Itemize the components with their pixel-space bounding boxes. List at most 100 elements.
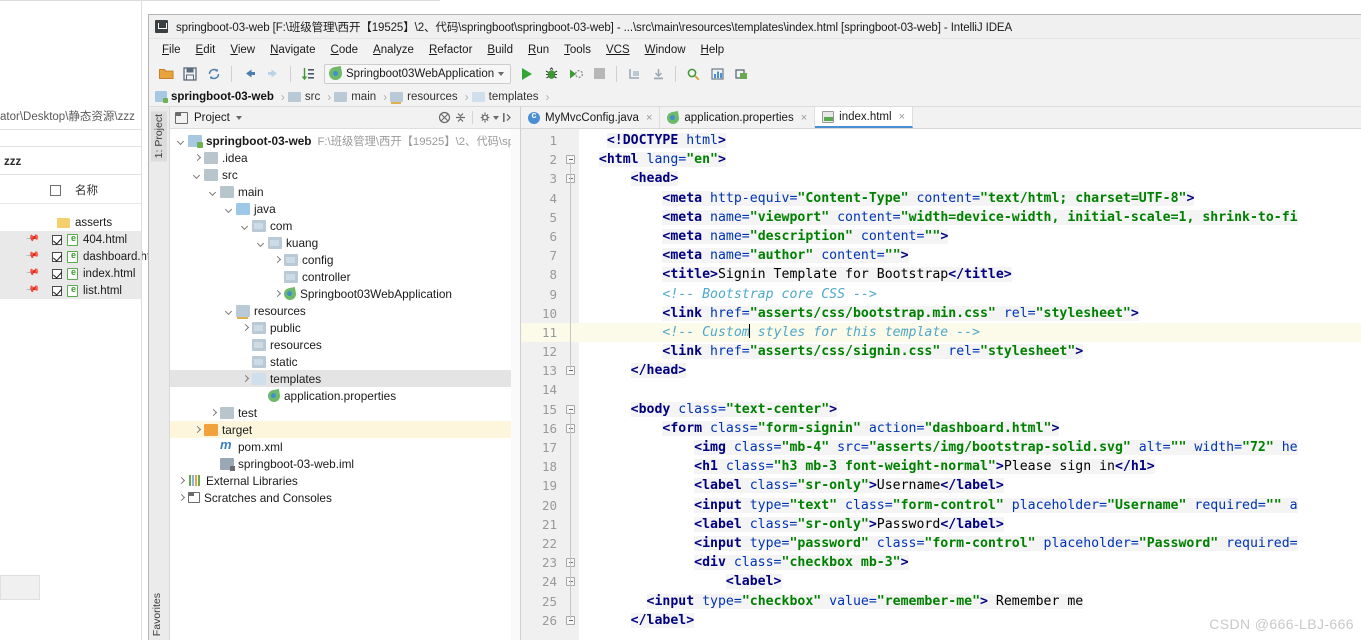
- settings-gear-icon[interactable]: [477, 110, 493, 126]
- select-all-checkbox[interactable]: [50, 184, 61, 196]
- chevron-down-icon[interactable]: [176, 135, 187, 146]
- run-icon[interactable]: [516, 63, 538, 85]
- build-project-icon[interactable]: [623, 63, 645, 85]
- menu-item-help[interactable]: Help: [694, 42, 732, 58]
- tree-node-src[interactable]: src: [170, 166, 520, 183]
- chevron-right-icon[interactable]: [240, 373, 251, 384]
- close-icon[interactable]: ×: [801, 112, 807, 124]
- collapse-all-icon[interactable]: [436, 110, 452, 126]
- chevron-down-icon[interactable]: [208, 186, 219, 197]
- tree-node-application-properties[interactable]: application.properties: [170, 387, 520, 404]
- menu-item-refactor[interactable]: Refactor: [422, 42, 479, 58]
- stop-icon[interactable]: [588, 63, 610, 85]
- tree-node-config[interactable]: config: [170, 251, 520, 268]
- breadcrumb-item-main[interactable]: main: [334, 91, 380, 103]
- tree-node-pom-xml[interactable]: pom.xml: [170, 437, 520, 455]
- menu-item-edit[interactable]: Edit: [189, 42, 223, 58]
- tree-node-test[interactable]: test: [170, 404, 520, 421]
- chevron-right-icon[interactable]: [176, 492, 187, 503]
- file-checkbox[interactable]: [52, 234, 62, 245]
- chevron-right-icon[interactable]: [192, 424, 203, 435]
- chevron-right-icon[interactable]: [176, 475, 187, 486]
- menu-item-analyze[interactable]: Analyze: [366, 42, 421, 58]
- run-configuration-selector[interactable]: Springboot03WebApplication: [324, 63, 512, 84]
- tool-window-button-favorites[interactable]: Favorites: [151, 593, 163, 636]
- sdk-manager-icon[interactable]: [730, 63, 752, 85]
- project-tree-scrollbar[interactable]: [511, 129, 520, 640]
- list-item[interactable]: asserts: [0, 214, 141, 231]
- editor-tab-mymvcconfig-java[interactable]: MyMvcConfig.java ×: [521, 107, 661, 128]
- breadcrumb-item-resources[interactable]: resources: [390, 91, 462, 104]
- chevron-right-icon[interactable]: [208, 407, 219, 418]
- file-checkbox[interactable]: [52, 285, 62, 296]
- tree-node-java[interactable]: java: [170, 200, 520, 217]
- list-item[interactable]: 📌 index.html: [0, 264, 141, 282]
- tree-node--idea[interactable]: .idea: [170, 149, 520, 166]
- list-item[interactable]: 📌 404.html: [0, 230, 141, 248]
- build-module-icon[interactable]: [647, 63, 669, 85]
- tree-node-scratches-and-consoles[interactable]: Scratches and Consoles: [170, 489, 520, 506]
- debug-icon[interactable]: [540, 63, 562, 85]
- tree-node-public[interactable]: public: [170, 319, 520, 336]
- tree-node-resources[interactable]: resources: [170, 302, 520, 319]
- chevron-right-icon[interactable]: [272, 254, 283, 265]
- hide-panel-icon[interactable]: [499, 110, 515, 126]
- tree-node-resources[interactable]: resources: [170, 336, 520, 353]
- close-icon[interactable]: ×: [646, 112, 652, 124]
- menu-item-navigate[interactable]: Navigate: [263, 42, 322, 58]
- tree-node-com[interactable]: com: [170, 217, 520, 234]
- expand-icon[interactable]: [452, 110, 468, 126]
- save-all-icon[interactable]: [179, 63, 201, 85]
- menu-item-tools[interactable]: Tools: [557, 42, 598, 58]
- chevron-right-icon[interactable]: [240, 322, 251, 333]
- menu-item-vcs[interactable]: VCS: [599, 42, 637, 58]
- search-everywhere-icon[interactable]: [682, 63, 704, 85]
- tree-node-static[interactable]: static: [170, 353, 520, 370]
- tree-node-label: controller: [302, 269, 351, 284]
- editor-tab-index-html[interactable]: index.html ×: [815, 107, 914, 128]
- run-coverage-icon[interactable]: [564, 63, 586, 85]
- breadcrumb-item-src[interactable]: src: [287, 91, 324, 103]
- sort-icon[interactable]: [297, 63, 319, 85]
- tree-node-target[interactable]: target: [170, 421, 520, 438]
- open-folder-icon[interactable]: [155, 63, 177, 85]
- list-item[interactable]: 📌dashboard.ht: [0, 247, 150, 265]
- menu-item-run[interactable]: Run: [521, 42, 556, 58]
- tool-window-button-project[interactable]: 1: Project: [151, 111, 167, 162]
- tree-node-springboot-03-web[interactable]: springboot-03-web F:\班级管理\西开【19525】\2、代码\…: [170, 132, 520, 149]
- breadcrumb-item-springboot-03-web[interactable]: springboot-03-web: [155, 91, 278, 103]
- forward-arrow-icon[interactable]: [262, 63, 284, 85]
- menu-item-window[interactable]: Window: [638, 42, 693, 58]
- chevron-right-icon[interactable]: [272, 288, 283, 299]
- menu-item-build[interactable]: Build: [480, 42, 520, 58]
- code-folding-gutter[interactable]: [563, 129, 579, 640]
- code-text-area[interactable]: <!DOCTYPE html> <html lang="en"> <head> …: [579, 129, 1361, 640]
- file-checkbox[interactable]: [52, 268, 62, 279]
- tree-node-external-libraries[interactable]: External Libraries: [170, 472, 520, 489]
- tree-node-kuang[interactable]: kuang: [170, 234, 520, 251]
- breadcrumb-item-templates[interactable]: templates: [471, 91, 543, 103]
- settings-icon[interactable]: [706, 63, 728, 85]
- tree-node-springboot-03-web-iml[interactable]: springboot-03-web.iml: [170, 455, 520, 472]
- chevron-down-icon[interactable]: [235, 115, 242, 120]
- editor-tab-application-properties[interactable]: application.properties ×: [660, 107, 816, 128]
- chevron-down-icon[interactable]: [192, 169, 203, 180]
- tree-node-controller[interactable]: controller: [170, 268, 520, 285]
- chevron-down-icon[interactable]: [224, 203, 235, 214]
- chevron-right-icon[interactable]: [192, 152, 203, 163]
- back-arrow-icon[interactable]: [238, 63, 260, 85]
- menu-item-view[interactable]: View: [223, 42, 262, 58]
- chevron-down-icon[interactable]: [240, 220, 251, 231]
- tree-node-templates[interactable]: templates: [170, 370, 520, 387]
- menu-item-code[interactable]: Code: [324, 42, 366, 58]
- close-icon[interactable]: ×: [899, 111, 905, 123]
- list-item[interactable]: 📌 list.html: [0, 281, 141, 299]
- code-editor[interactable]: 1 2 3 4 5 6 7 8 9 10 11 12 13 14 15 16 17 18 19 20 21 22 23 24 2…: [521, 129, 1361, 640]
- tree-node-springboot03webapplication[interactable]: Springboot03WebApplication: [170, 285, 520, 302]
- sync-icon[interactable]: [203, 63, 225, 85]
- chevron-down-icon[interactable]: [224, 305, 235, 316]
- file-checkbox[interactable]: [52, 251, 62, 262]
- tree-node-main[interactable]: main: [170, 183, 520, 200]
- chevron-down-icon[interactable]: [256, 237, 267, 248]
- menu-item-file[interactable]: File: [155, 42, 188, 58]
